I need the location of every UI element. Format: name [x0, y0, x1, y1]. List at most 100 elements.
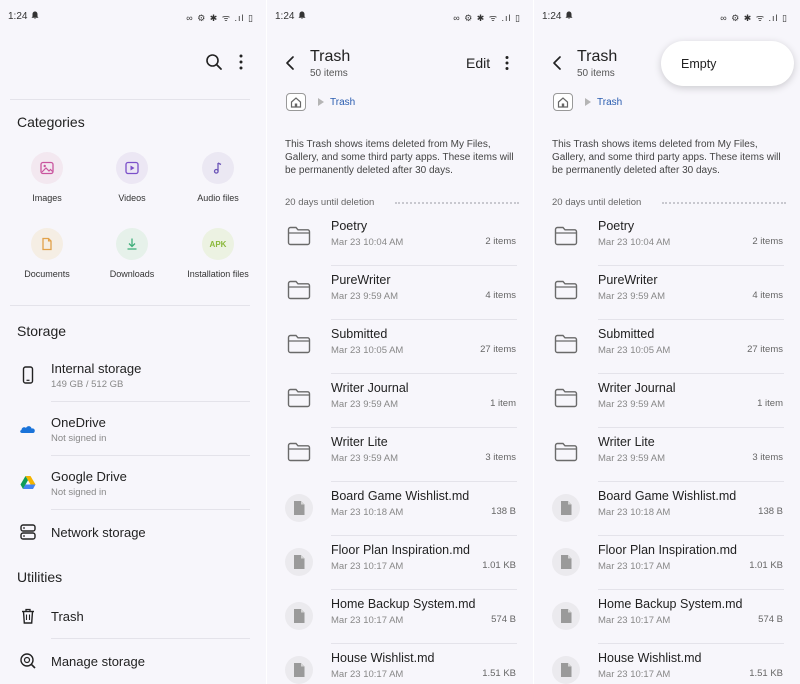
- item-size: 2 items: [485, 236, 516, 247]
- notification-bell-icon: [565, 11, 573, 20]
- search-icon[interactable]: [205, 53, 223, 71]
- category-downloads[interactable]: Downloads: [92, 228, 172, 279]
- list-item[interactable]: Writer Lite Mar 23 9:59 AM 3 items: [534, 428, 800, 482]
- breadcrumb-home-icon[interactable]: [286, 93, 306, 111]
- utility-trash[interactable]: Trash: [0, 602, 266, 632]
- list-item[interactable]: Writer Lite Mar 23 9:59 AM 3 items: [267, 428, 533, 482]
- notification-bell-icon: [31, 11, 39, 20]
- storage-google-drive[interactable]: Google Drive Not signed in: [0, 464, 266, 509]
- dotted-divider: [395, 202, 519, 204]
- onedrive-icon: [20, 426, 35, 433]
- category-images[interactable]: Images: [7, 152, 87, 203]
- breadcrumb[interactable]: Trash: [330, 97, 355, 108]
- folder-icon: [554, 226, 578, 246]
- item-date: Mar 23 10:05 AM: [598, 345, 671, 356]
- item-name: Floor Plan Inspiration.md: [598, 543, 737, 557]
- item-name: Submitted: [598, 327, 655, 341]
- edit-button[interactable]: Edit: [466, 55, 490, 71]
- category-label: Documents: [24, 269, 70, 279]
- list-item[interactable]: Home Backup System.md Mar 23 10:17 AM 574 …: [534, 590, 800, 644]
- category-installation-files[interactable]: APK Installation files: [178, 228, 258, 279]
- back-arrow-icon[interactable]: [551, 55, 563, 71]
- item-date: Mar 23 9:59 AM: [331, 291, 399, 302]
- storage-title: Storage: [17, 323, 67, 339]
- more-options-icon[interactable]: [503, 55, 511, 71]
- list-item[interactable]: PureWriter Mar 23 9:59 AM 4 items: [267, 266, 533, 320]
- category-audio-files[interactable]: Audio files: [178, 152, 258, 203]
- item-name: Writer Lite: [331, 435, 388, 449]
- more-options-icon[interactable]: [233, 53, 249, 71]
- list-item[interactable]: Floor Plan Inspiration.md Mar 23 10:17 AM…: [534, 536, 800, 590]
- empty-trash-menu-item[interactable]: Empty: [681, 57, 716, 71]
- music-icon: [202, 152, 234, 184]
- storage-internal[interactable]: Internal storage 149 GB / 512 GB: [0, 356, 266, 401]
- breadcrumb[interactable]: Trash: [597, 97, 622, 108]
- storage-onedrive[interactable]: OneDrive Not signed in: [0, 410, 266, 455]
- list-item[interactable]: Board Game Wishlist.md Mar 23 10:18 AM 138…: [267, 482, 533, 536]
- list-item[interactable]: Home Backup System.md Mar 23 10:17 AM 574 …: [267, 590, 533, 644]
- list-item[interactable]: Submitted Mar 23 10:05 AM 27 items: [267, 320, 533, 374]
- list-item[interactable]: Poetry Mar 23 10:04 AM 2 items: [534, 212, 800, 266]
- category-documents[interactable]: Documents: [7, 228, 87, 279]
- storage-subtitle: Not signed in: [51, 433, 107, 444]
- item-size: 1.01 KB: [482, 560, 516, 571]
- divider: [51, 638, 250, 639]
- storage-subtitle: Not signed in: [51, 487, 107, 498]
- list-item[interactable]: House Wishlist.md Mar 23 10:17 AM 1.51 KB: [267, 644, 533, 684]
- list-item[interactable]: Writer Journal Mar 23 9:59 AM 1 item: [267, 374, 533, 428]
- item-size: 138 B: [491, 506, 516, 517]
- item-date: Mar 23 9:59 AM: [331, 399, 399, 410]
- item-size: 27 items: [480, 344, 516, 355]
- list-item[interactable]: Poetry Mar 23 10:04 AM 2 items: [267, 212, 533, 266]
- trash-info-text: This Trash shows items deleted from My F…: [552, 139, 781, 176]
- utility-manage-storage[interactable]: Manage storage: [0, 647, 266, 677]
- breadcrumb-home-icon[interactable]: [553, 93, 573, 111]
- item-size: 3 items: [752, 452, 783, 463]
- back-arrow-icon[interactable]: [284, 55, 296, 71]
- download-icon: [116, 228, 148, 260]
- item-size: 27 items: [747, 344, 783, 355]
- trash-info-text: This Trash shows items deleted from My F…: [285, 139, 514, 176]
- storage-title-text: Internal storage: [51, 361, 142, 376]
- trash-screen-with-menu: 1:24 ∞ ⚙ ✱ ᯤ .ıl ▯ Trash 50 items Trash …: [534, 0, 800, 684]
- storage-network[interactable]: Network storage: [0, 518, 266, 548]
- category-videos[interactable]: Videos: [92, 152, 172, 203]
- status-bar: 1:24 ∞ ⚙ ✱ ᯤ .ıl ▯: [267, 0, 533, 34]
- folder-icon: [287, 388, 311, 408]
- item-name: Submitted: [331, 327, 388, 341]
- folder-icon: [554, 280, 578, 300]
- item-name: Home Backup System.md: [598, 597, 743, 611]
- trash-icon: [22, 608, 34, 624]
- divider: [10, 305, 250, 306]
- notification-bell-icon: [298, 11, 306, 20]
- item-name: Poetry: [598, 219, 635, 233]
- folder-icon: [287, 334, 311, 354]
- list-item[interactable]: Submitted Mar 23 10:05 AM 27 items: [534, 320, 800, 374]
- item-size: 574 B: [491, 614, 516, 625]
- list-item[interactable]: Board Game Wishlist.md Mar 23 10:18 AM 138…: [534, 482, 800, 536]
- item-name: Writer Lite: [598, 435, 655, 449]
- item-date: Mar 23 10:17 AM: [598, 669, 671, 680]
- item-name: Writer Journal: [598, 381, 676, 395]
- list-item[interactable]: House Wishlist.md Mar 23 10:17 AM 1.51 KB: [534, 644, 800, 684]
- utility-title-text: Trash: [51, 609, 84, 624]
- item-name: Board Game Wishlist.md: [331, 489, 470, 503]
- trash-screen: 1:24 ∞ ⚙ ✱ ᯤ .ıl ▯ Trash 50 items Edit T…: [267, 0, 533, 684]
- category-label: Downloads: [109, 269, 155, 279]
- overflow-menu-popup: Empty: [661, 41, 794, 86]
- list-item[interactable]: Writer Journal Mar 23 9:59 AM 1 item: [534, 374, 800, 428]
- status-time: 1:24: [542, 11, 562, 22]
- utility-title-text: Manage storage: [51, 654, 145, 669]
- days-until-deletion: 20 days until deletion: [285, 197, 375, 208]
- item-date: Mar 23 9:59 AM: [598, 291, 666, 302]
- category-label: Videos: [118, 193, 146, 203]
- status-icons: ∞ ⚙ ✱ ᯤ .ıl ▯: [720, 13, 788, 23]
- status-time: 1:24: [8, 11, 28, 22]
- item-date: Mar 23 10:05 AM: [331, 345, 404, 356]
- file-icon: [285, 656, 313, 684]
- divider: [51, 455, 250, 456]
- item-name: Board Game Wishlist.md: [598, 489, 737, 503]
- list-item[interactable]: Floor Plan Inspiration.md Mar 23 10:17 AM…: [267, 536, 533, 590]
- image-icon: [31, 152, 63, 184]
- list-item[interactable]: PureWriter Mar 23 9:59 AM 4 items: [534, 266, 800, 320]
